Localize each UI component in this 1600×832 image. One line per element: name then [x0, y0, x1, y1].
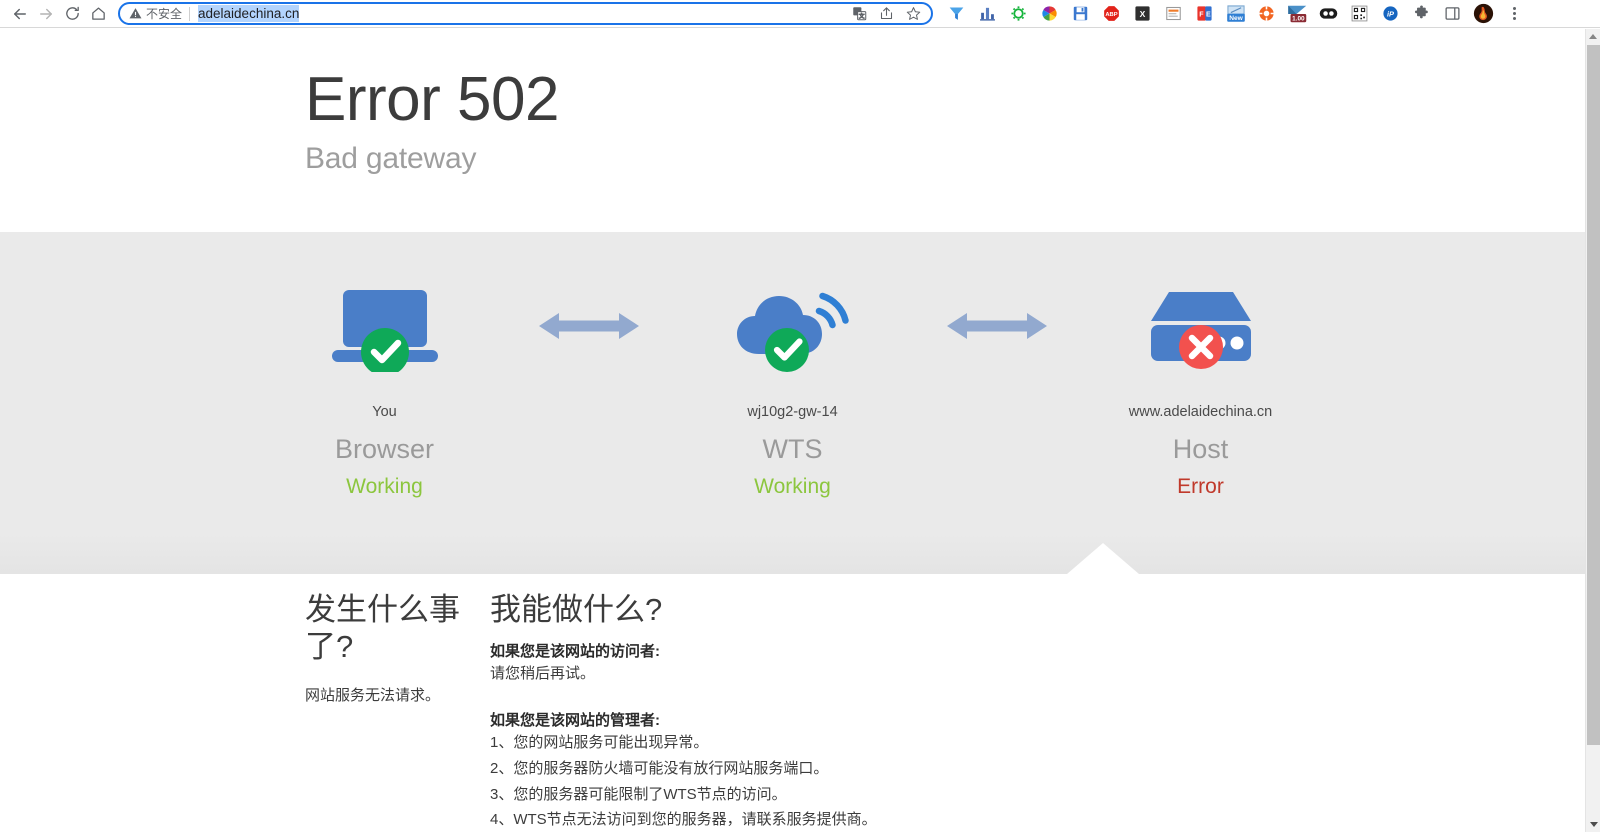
scroll-down-icon[interactable]	[1586, 817, 1600, 832]
side-panel-icon[interactable]	[1437, 1, 1468, 27]
new-tab-badge-icon[interactable]: New	[1220, 1, 1251, 27]
forward-icon[interactable]	[33, 1, 59, 27]
ip-label: iP	[1387, 10, 1394, 19]
what-can-i-do-heading: 我能做什么?	[490, 592, 663, 627]
color-wheel-icon[interactable]	[1034, 1, 1065, 27]
security-status-label: 不安全	[146, 7, 183, 21]
floppy-save-icon[interactable]	[1065, 1, 1096, 27]
new-badge-label: New	[1229, 14, 1243, 21]
ip-blue-icon[interactable]: iP	[1375, 1, 1406, 27]
what-happened-column: 发生什么事了? 网站服务无法请求。	[0, 591, 490, 832]
page-viewport: Error 502 Bad gateway You Browser Workin…	[0, 29, 1600, 832]
owner-item-2: 2、您的服务器防火墙可能没有放行网站服务端口。	[490, 759, 829, 777]
what-happened-body: 网站服务无法请求。	[305, 687, 441, 705]
notes-icon[interactable]	[1158, 1, 1189, 27]
error-page: Error 502 Bad gateway You Browser Workin…	[0, 29, 1585, 832]
error-description: Bad gateway	[305, 141, 477, 175]
omnibox-actions: 文	[851, 6, 923, 22]
omnibox-divider	[189, 6, 191, 21]
home-icon[interactable]	[85, 1, 111, 27]
status-band: You Browser Working wj10g2-gw-14 WTS Wor…	[0, 232, 1585, 574]
what-can-i-do-column: 我能做什么? 如果您是该网站的访问者: 请您稍后再试。 如果您是该网站的管理者:…	[490, 591, 1190, 832]
browser-menu-icon[interactable]	[1501, 1, 1527, 27]
puzzle-extensions-icon[interactable]	[1406, 1, 1437, 27]
two-dots-icon[interactable]	[1313, 1, 1344, 27]
address-bar[interactable]: 不安全 adelaidechina.cn 文	[118, 2, 933, 25]
status-node-wts: wj10g2-gw-14 WTS Working	[677, 276, 909, 499]
funnel-filter-icon[interactable]	[941, 1, 972, 27]
profile-avatar[interactable]	[1468, 1, 1499, 27]
speed-1-00-icon[interactable]: 1.00	[1282, 1, 1313, 27]
reload-icon[interactable]	[59, 1, 85, 27]
extensions-toolbar: ABP X FE New 1.00 iP	[941, 1, 1499, 27]
speed-label: 1.00	[1292, 15, 1305, 22]
page-scrollbar[interactable]	[1585, 29, 1600, 832]
navigation-buttons	[0, 1, 111, 27]
owner-item-4: 4、WTS节点无法访问到您的服务器，请联系服务提供商。	[490, 811, 877, 829]
check-badge	[764, 328, 809, 372]
bookmark-star-icon[interactable]	[905, 6, 921, 22]
link-arrow-wts-host	[909, 276, 1085, 346]
status-node-host: www.adelaidechina.cn	[1128, 404, 1273, 420]
what-happened-heading: 发生什么事了?	[305, 592, 460, 665]
status-node-row: You Browser Working wj10g2-gw-14 WTS Wor…	[0, 276, 1585, 499]
server-icon	[1085, 276, 1317, 380]
svg-text:E: E	[1206, 10, 1211, 18]
adblock-label: ABP	[1105, 12, 1117, 18]
status-node-kind: WTS	[762, 434, 823, 464]
green-gear-icon[interactable]	[1003, 1, 1034, 27]
share-icon[interactable]	[878, 6, 894, 22]
qr-code-icon[interactable]	[1344, 1, 1375, 27]
status-node-state: Error	[1177, 475, 1224, 498]
owner-item-1: 1、您的网站服务可能出现异常。	[490, 733, 709, 751]
error-hero: Error 502 Bad gateway	[0, 29, 1585, 176]
scroll-down-button[interactable]	[1586, 817, 1600, 832]
bar-chart-icon[interactable]	[972, 1, 1003, 27]
adblock-plus-icon[interactable]: ABP	[1096, 1, 1127, 27]
status-node-state: Working	[346, 475, 423, 498]
band-notch	[1067, 543, 1139, 574]
orange-lifebuoy-icon[interactable]	[1251, 1, 1282, 27]
status-node-host: You	[372, 404, 397, 420]
visitor-body: 请您稍后再试。	[490, 665, 596, 683]
status-node-host: wj10g2-gw-14	[747, 404, 838, 420]
cloud-wifi-icon	[677, 276, 909, 380]
svg-text:F: F	[1199, 10, 1204, 18]
url-text[interactable]: adelaidechina.cn	[198, 5, 300, 22]
status-node-browser: You Browser Working	[269, 276, 501, 499]
owner-item-3: 3、您的服务器可能限制了WTS节点的访问。	[490, 785, 787, 803]
link-arrow-browser-wts	[501, 276, 677, 346]
status-node-kind: Host	[1172, 434, 1229, 464]
explanation-section: 发生什么事了? 网站服务无法请求。 我能做什么? 如果您是该网站的访问者: 请您…	[0, 591, 1585, 832]
status-node-host-server: www.adelaidechina.cn Host Error	[1085, 276, 1317, 499]
x-black-icon[interactable]: X	[1127, 1, 1158, 27]
visitor-label: 如果您是该网站的访问者:	[490, 643, 660, 661]
status-node-kind: Browser	[334, 434, 435, 464]
owner-label: 如果您是该网站的管理者:	[490, 711, 660, 729]
scroll-up-icon[interactable]	[1586, 29, 1600, 44]
fe-red-icon[interactable]: FE	[1189, 1, 1220, 27]
status-node-state: Working	[754, 475, 831, 498]
browser-toolbar: 不安全 adelaidechina.cn 文 ABP X F E New 1.0…	[0, 0, 1600, 28]
not-secure-warning-icon	[129, 7, 142, 20]
x-label: X	[1140, 9, 1146, 19]
laptop-icon	[269, 276, 501, 380]
translate-icon[interactable]: 文	[851, 6, 867, 22]
scrollbar-thumb[interactable]	[1587, 45, 1600, 745]
back-icon[interactable]	[7, 1, 33, 27]
error-code: Error 502	[305, 65, 559, 134]
